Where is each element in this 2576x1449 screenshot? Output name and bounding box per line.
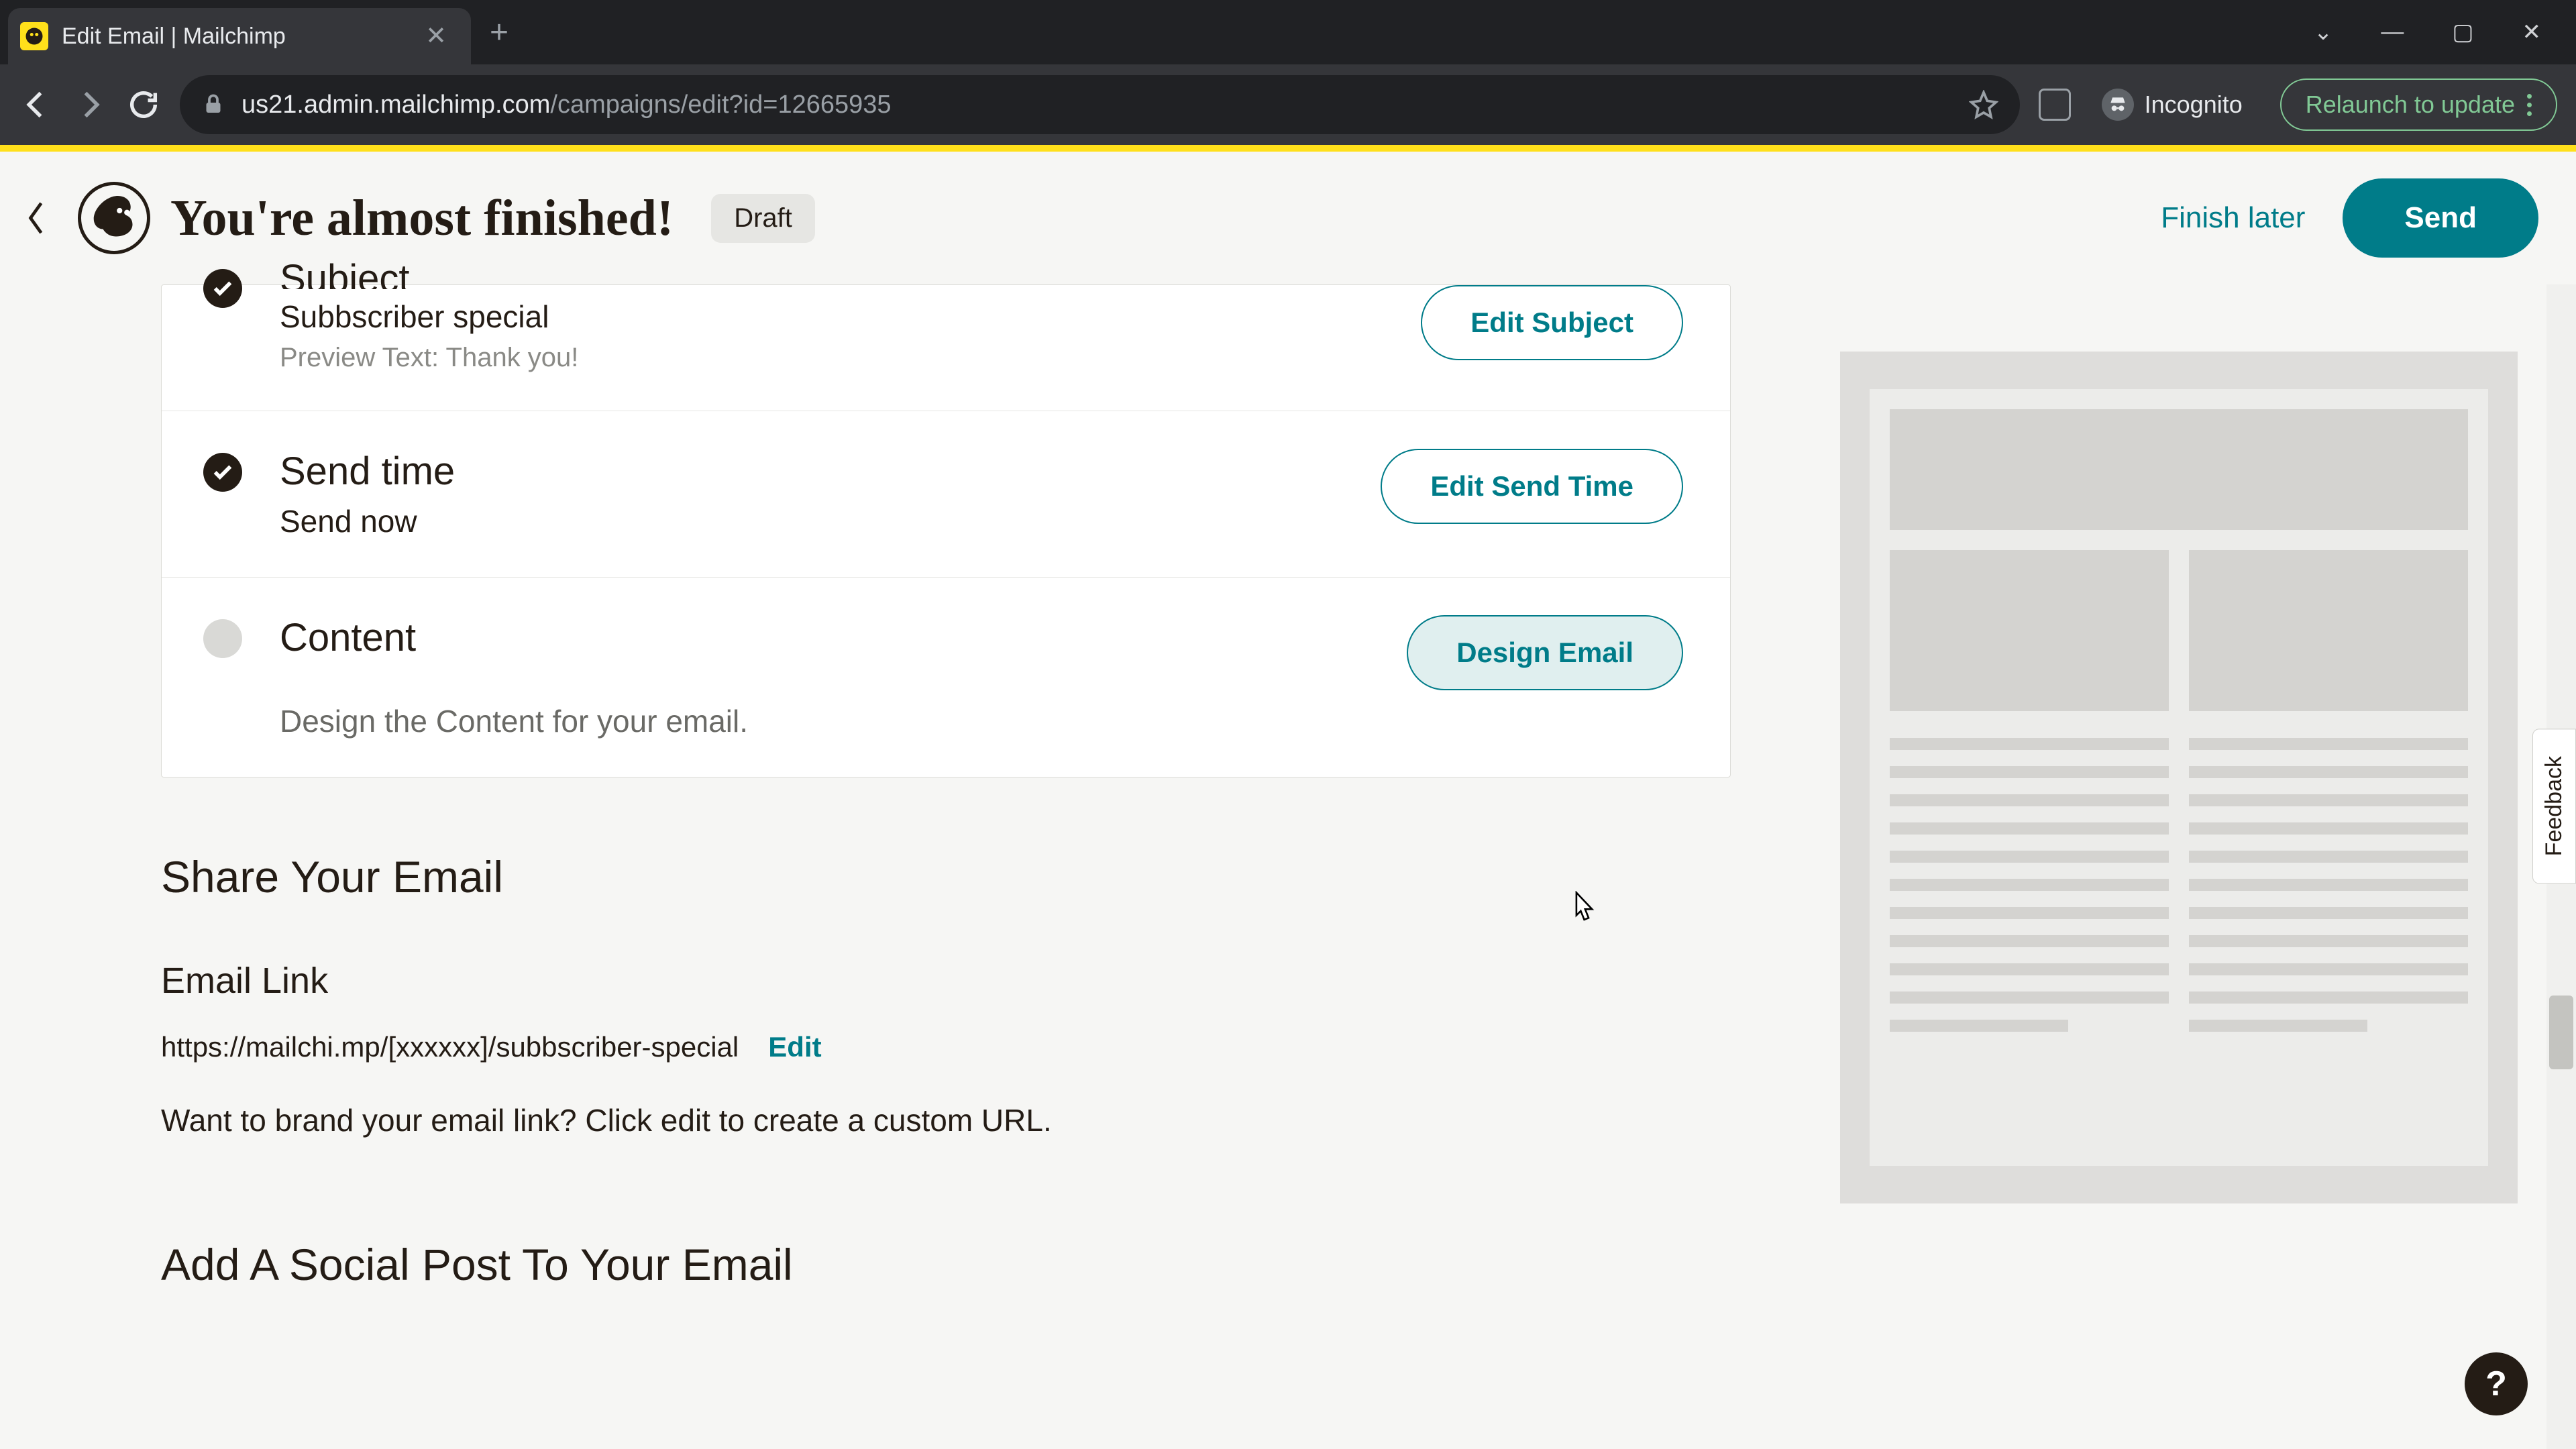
- mailchimp-favicon: [20, 22, 48, 50]
- brand-accent-bar: [0, 145, 2576, 152]
- relaunch-button[interactable]: Relaunch to update: [2280, 78, 2557, 131]
- address-bar[interactable]: us21.admin.mailchimp.com/campaigns/edit?…: [180, 75, 2020, 134]
- social-post-heading: Add A Social Post To Your Email: [161, 1239, 1731, 1290]
- minimize-icon[interactable]: —: [2381, 19, 2404, 46]
- tab-title: Edit Email | Mailchimp: [62, 23, 407, 50]
- kebab-menu-icon[interactable]: [2527, 94, 2532, 116]
- row-value: Send now: [280, 503, 1381, 539]
- maximize-icon[interactable]: ▢: [2452, 19, 2473, 46]
- checklist-card: Subject Subbscriber special Preview Text…: [161, 284, 1731, 777]
- share-section: Share Your Email Email Link https://mail…: [161, 777, 1731, 1290]
- email-preview-pane: [1811, 284, 2546, 1449]
- preview-hero-placeholder: [1890, 409, 2468, 530]
- row-value: Subbscriber special: [280, 299, 1421, 335]
- checklist-row-content: Content Design the Content for your emai…: [162, 578, 1730, 777]
- checklist-row-send-time: Send time Send now Edit Send Time: [162, 411, 1730, 578]
- browser-tab[interactable]: Edit Email | Mailchimp ✕: [8, 8, 471, 64]
- design-email-button[interactable]: Design Email: [1407, 615, 1683, 690]
- scrollbar-thumb[interactable]: [2549, 996, 2573, 1069]
- url-text: us21.admin.mailchimp.com/campaigns/edit?…: [241, 91, 892, 119]
- row-title: Content: [280, 615, 1407, 660]
- browser-toolbar: us21.admin.mailchimp.com/campaigns/edit?…: [0, 64, 2576, 145]
- reload-icon[interactable]: [126, 87, 161, 122]
- tab-close-icon[interactable]: ✕: [420, 18, 452, 54]
- preview-image-placeholder: [2189, 550, 2468, 711]
- browser-titlebar: Edit Email | Mailchimp ✕ + ⌄ — ▢ ✕: [0, 0, 2576, 64]
- pending-circle-icon: [203, 619, 242, 658]
- mailchimp-logo[interactable]: [78, 182, 150, 254]
- row-description: Design the Content for your email.: [280, 703, 1407, 739]
- new-tab-button[interactable]: +: [490, 14, 508, 51]
- row-meta: Preview Text: Thank you!: [280, 343, 1421, 373]
- close-window-icon[interactable]: ✕: [2522, 19, 2542, 46]
- lock-icon: [201, 93, 225, 117]
- back-chevron-icon[interactable]: [16, 191, 58, 246]
- row-title: Send time: [280, 449, 1381, 494]
- email-link-heading: Email Link: [161, 960, 1731, 1002]
- edit-send-time-button[interactable]: Edit Send Time: [1381, 449, 1683, 524]
- link-hint: Want to brand your email link? Click edi…: [161, 1102, 1731, 1138]
- window-controls: ⌄ — ▢ ✕: [2314, 19, 2568, 46]
- row-title: Subject: [280, 260, 1421, 289]
- nav-forward-icon[interactable]: [72, 87, 107, 122]
- checkmark-icon: [203, 269, 242, 308]
- edit-link-button[interactable]: Edit: [768, 1031, 821, 1063]
- status-badge: Draft: [711, 194, 815, 243]
- extension-icon[interactable]: [2039, 89, 2071, 121]
- email-link-url: https://mailchi.mp/[xxxxxx]/subbscriber-…: [161, 1031, 739, 1063]
- checklist-row-subject: Subject Subbscriber special Preview Text…: [162, 285, 1730, 411]
- send-button[interactable]: Send: [2343, 178, 2538, 258]
- page-viewport: You're almost finished! Draft Finish lat…: [0, 145, 2576, 1449]
- incognito-indicator[interactable]: Incognito: [2102, 89, 2243, 121]
- page-title: You're almost finished!: [170, 189, 674, 248]
- email-preview-thumbnail[interactable]: [1840, 352, 2518, 1203]
- help-fab[interactable]: ?: [2465, 1352, 2528, 1415]
- edit-subject-button[interactable]: Edit Subject: [1421, 285, 1683, 360]
- preview-image-placeholder: [1890, 550, 2169, 711]
- checkmark-icon: [203, 453, 242, 492]
- tab-dropdown-icon[interactable]: ⌄: [2314, 19, 2333, 46]
- share-heading: Share Your Email: [161, 851, 1731, 902]
- incognito-icon: [2102, 89, 2134, 121]
- feedback-tab[interactable]: Feedback: [2532, 729, 2576, 883]
- bookmark-star-icon[interactable]: [1969, 90, 1998, 119]
- nav-back-icon[interactable]: [19, 87, 54, 122]
- finish-later-link[interactable]: Finish later: [2161, 201, 2305, 235]
